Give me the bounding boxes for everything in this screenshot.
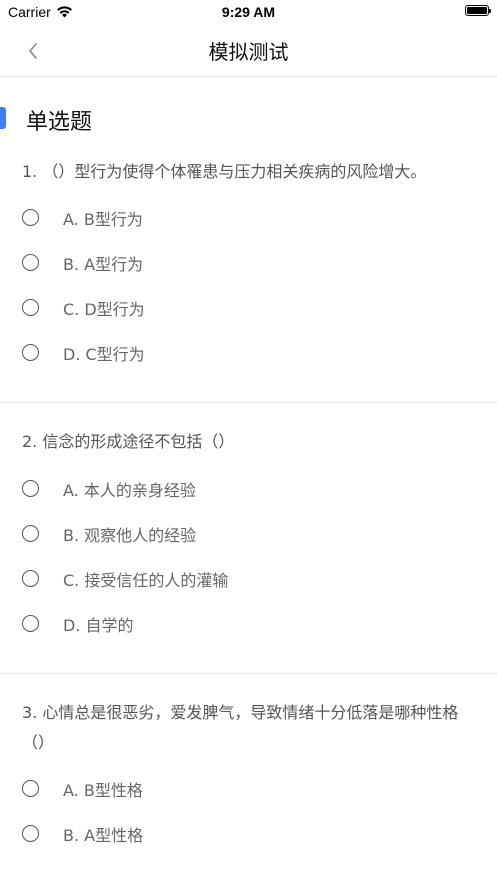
radio-button[interactable] xyxy=(22,825,39,842)
option-label: B. A型性格 xyxy=(63,825,144,845)
option-label: A. 本人的亲身经验 xyxy=(63,480,196,500)
option-label: B. 观察他人的经验 xyxy=(63,525,197,545)
radio-button[interactable] xyxy=(22,209,39,226)
option-label: D. C型行为 xyxy=(63,344,145,364)
status-time: 9:29 AM xyxy=(221,4,276,20)
option-item[interactable]: B. A型行为 xyxy=(22,240,475,285)
status-bar: Carrier 9:29 AM xyxy=(0,0,497,26)
question-1: 1. （）型行为使得个体罹患与压力相关疾病的风险增大。 A. B型行为 B. A… xyxy=(0,157,497,375)
question-2: 2. 信念的形成途径不包括（） A. 本人的亲身经验 B. 观察他人的经验 C.… xyxy=(0,403,497,646)
radio-button[interactable] xyxy=(22,615,39,632)
option-item[interactable]: D. 自学的 xyxy=(22,601,475,646)
option-label: C. D型行为 xyxy=(63,299,145,319)
radio-button[interactable] xyxy=(22,570,39,587)
option-label: C. 接受信任的人的灌输 xyxy=(63,570,229,590)
radio-button[interactable] xyxy=(22,254,39,271)
option-item[interactable]: C. 接受信任的人的灌输 xyxy=(22,556,475,601)
section-title: 单选题 xyxy=(26,110,93,135)
section-header: 单选题 xyxy=(0,77,497,161)
radio-button[interactable] xyxy=(22,299,39,316)
option-item[interactable]: B. 观察他人的经验 xyxy=(22,511,475,556)
radio-button[interactable] xyxy=(22,780,39,797)
option-label: B. A型行为 xyxy=(63,254,144,274)
quiz-content: 单选题 1. （）型行为使得个体罹患与压力相关疾病的风险增大。 A. B型行为 … xyxy=(0,77,497,856)
radio-button[interactable] xyxy=(22,344,39,361)
question-text: 2. 信念的形成途径不包括（） xyxy=(22,432,235,451)
page-title: 模拟测试 xyxy=(208,40,289,64)
option-label: D. 自学的 xyxy=(63,615,134,635)
battery-icon xyxy=(465,5,491,16)
question-text: 1. （）型行为使得个体罹患与压力相关疾病的风险增大。 xyxy=(22,162,427,181)
option-item[interactable]: B. A型性格 xyxy=(22,811,475,856)
option-item[interactable]: D. C型行为 xyxy=(22,330,475,375)
question-text: 3. 心情总是很恶劣，爱发脾气，导致情绪十分低落是哪种性格（） xyxy=(22,703,459,752)
navigation-bar: 模拟测试 xyxy=(0,26,497,77)
option-item[interactable]: A. 本人的亲身经验 xyxy=(22,466,475,511)
option-item[interactable]: A. B型行为 xyxy=(22,195,475,240)
question-3: 3. 心情总是很恶劣，爱发脾气，导致情绪十分低落是哪种性格（） A. B型性格 … xyxy=(0,674,497,856)
option-item[interactable]: C. D型行为 xyxy=(22,285,475,330)
radio-button[interactable] xyxy=(22,525,39,542)
option-label: A. B型性格 xyxy=(63,780,143,800)
section-accent-bar xyxy=(0,107,6,129)
option-label: A. B型行为 xyxy=(63,209,143,229)
option-item[interactable]: A. B型性格 xyxy=(22,766,475,811)
radio-button[interactable] xyxy=(22,480,39,497)
